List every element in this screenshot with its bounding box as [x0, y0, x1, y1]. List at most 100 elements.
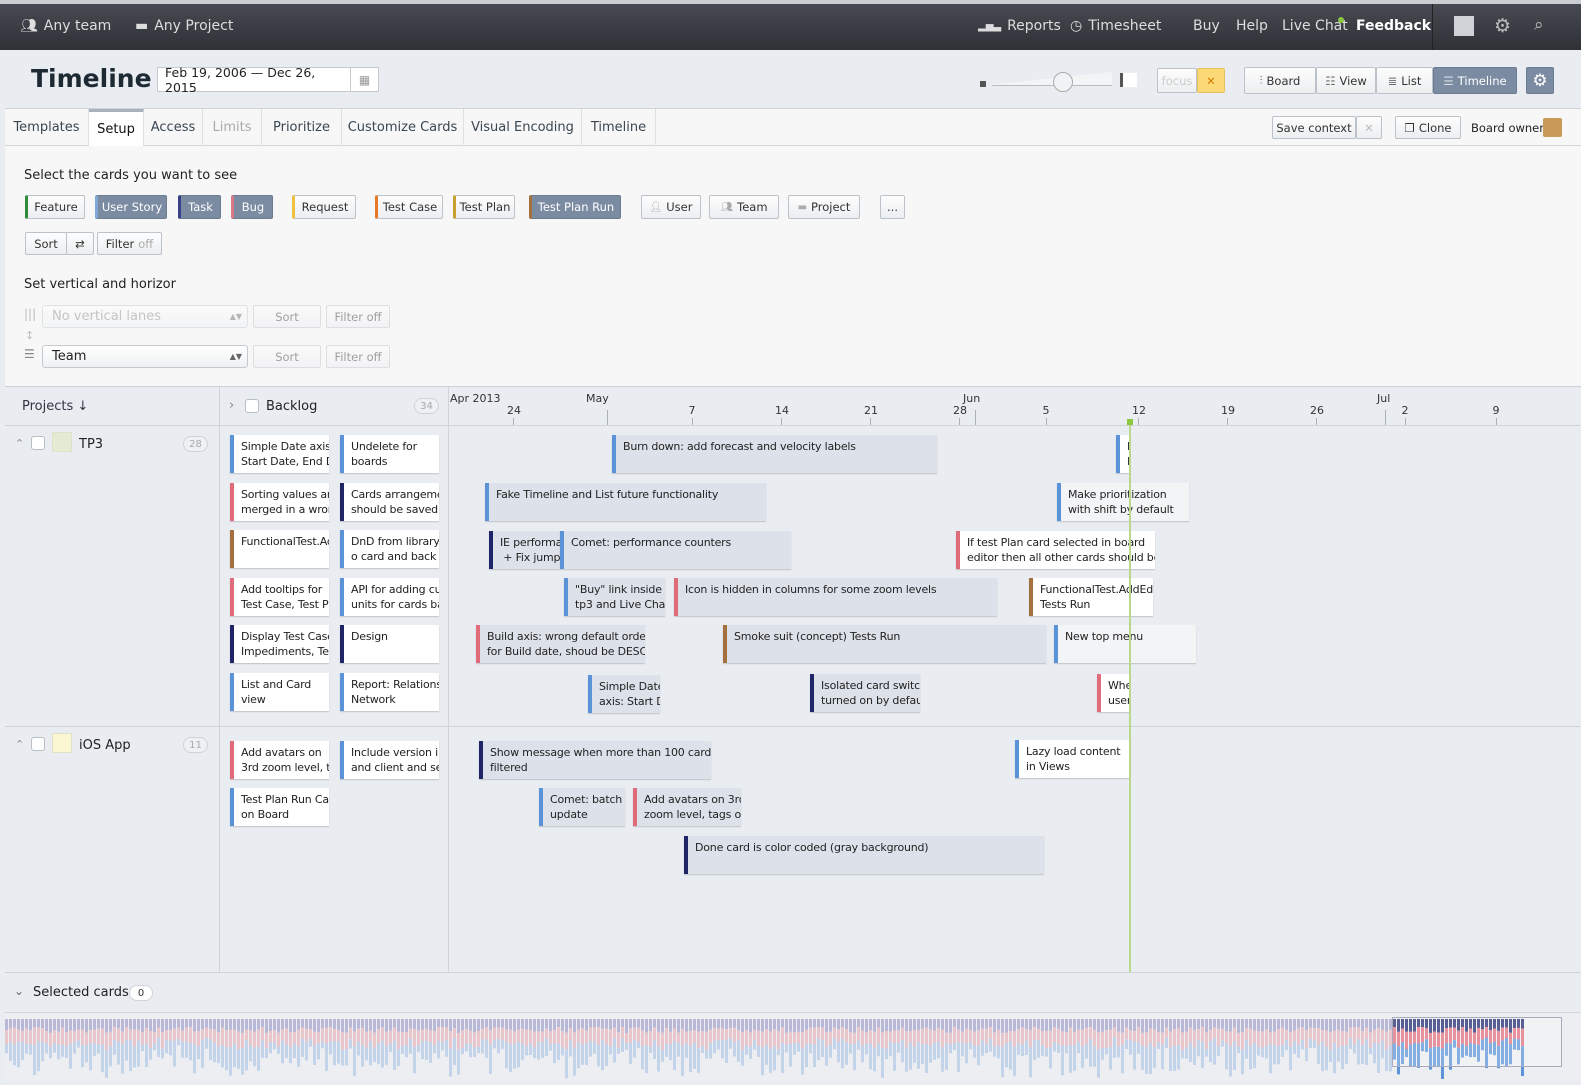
- date-range-field[interactable]: Feb 19, 2006 — Dec 26, 2015 ▦: [157, 65, 379, 95]
- timeline-card[interactable]: IE performa + Fix jumpi: [489, 531, 560, 569]
- reports-link[interactable]: ▂▅▃ Reports: [978, 18, 1061, 34]
- buy-link[interactable]: Buy: [1193, 18, 1220, 34]
- card-type-project[interactable]: ▬ Project: [788, 195, 860, 219]
- view-view-button[interactable]: ☷ View: [1316, 67, 1376, 94]
- project-selector[interactable]: ▬ Any Project: [135, 18, 233, 34]
- backlog-card[interactable]: DnD from library o card and back t: [340, 530, 439, 569]
- sort-button[interactable]: Sort: [25, 232, 67, 255]
- tab-access[interactable]: Access: [144, 109, 203, 146]
- backlog-card[interactable]: List and Card view: [230, 673, 329, 711]
- backlog-card[interactable]: Cards arrangeme should be saved a: [340, 482, 439, 521]
- backlog-card[interactable]: Include version in and client and ser: [340, 741, 439, 779]
- timeline-card[interactable]: Whe user: [1097, 674, 1130, 712]
- horizontal-sort-button[interactable]: Sort: [253, 345, 321, 368]
- timeline-card[interactable]: Add avatars on 3rd zoom level, tags on: [633, 788, 741, 826]
- user-avatar[interactable]: [1454, 16, 1474, 36]
- swap-lanes-icon[interactable]: ↕: [25, 329, 34, 342]
- timeline-card[interactable]: Done card is color coded (gray backgroun…: [684, 836, 1044, 874]
- card-type-test-case[interactable]: Test Case: [375, 195, 443, 219]
- collapse-selected-icon[interactable]: ⌄: [14, 984, 24, 998]
- team-selector[interactable]: 👥︎ Any team: [20, 18, 111, 34]
- timeline-card[interactable]: Comet: performance counters: [560, 531, 791, 569]
- lane-checkbox[interactable]: [31, 737, 45, 751]
- timeline-card[interactable]: "Buy" link inside tp3 and Live Chat: [564, 578, 665, 616]
- timeline-card[interactable]: Fake Timeline and List future functional…: [485, 483, 766, 521]
- timeline-card[interactable]: New top menu: [1054, 625, 1196, 663]
- card-type-feature[interactable]: Feature: [25, 195, 85, 219]
- timeline-card[interactable]: Lazy load content in Views: [1015, 740, 1130, 778]
- tab-visual-encoding[interactable]: Visual Encoding: [464, 109, 582, 146]
- tab-limits[interactable]: Limits: [203, 109, 262, 146]
- timeline-card[interactable]: Make prioritization with shift by defaul…: [1057, 483, 1189, 521]
- lane-header-projects[interactable]: Projects ↓: [22, 399, 88, 414]
- save-context-button[interactable]: Save context: [1272, 116, 1356, 139]
- clone-button[interactable]: ❐ Clone: [1395, 116, 1461, 139]
- backlog-card[interactable]: Design: [340, 625, 439, 664]
- collapse-lane-icon[interactable]: ⌃: [15, 437, 24, 450]
- card-type-task[interactable]: Task: [178, 195, 221, 219]
- timeline-card[interactable]: H E: [1116, 435, 1130, 473]
- focus-button[interactable]: focus: [1157, 68, 1197, 93]
- vertical-lanes-select[interactable]: No vertical lanes ▲▼: [42, 305, 248, 328]
- backlog-card[interactable]: Simple Date axis: Start Date, End Da: [230, 435, 329, 473]
- view-settings-gear-icon[interactable]: ⚙: [1526, 67, 1554, 94]
- backlog-card[interactable]: Display Test Case: Impediments, Tea: [230, 625, 329, 664]
- horizontal-lanes-select[interactable]: Team ▲▼: [42, 345, 248, 368]
- tab-prioritize[interactable]: Prioritize: [262, 109, 342, 146]
- card-type-test-plan-run[interactable]: Test Plan Run: [529, 195, 621, 219]
- timesheet-link[interactable]: ◷ Timesheet: [1070, 18, 1161, 34]
- clear-focus-icon[interactable]: ✕: [1197, 68, 1225, 93]
- settings-gear-icon[interactable]: ⚙: [1494, 15, 1511, 37]
- minimap-viewport[interactable]: [1392, 1017, 1562, 1067]
- zoom-slider[interactable]: [992, 72, 1112, 86]
- timeline-card[interactable]: Build axis: wrong default order for Buil…: [476, 625, 645, 663]
- backlog-card[interactable]: Undelete for boards: [340, 435, 439, 473]
- timeline-card[interactable]: Isolated card switch turned on by defau: [810, 674, 920, 712]
- timeline-card[interactable]: FunctionalTest.AddEdi Tests Run: [1029, 578, 1153, 616]
- timeline-minimap[interactable]: [5, 1012, 1581, 1081]
- timeline-card[interactable]: Icon is hidden in columns for some zoom …: [674, 578, 997, 616]
- view-timeline-button[interactable]: ☰ Timeline: [1433, 67, 1517, 94]
- owner-avatar[interactable]: [1543, 118, 1562, 137]
- help-link[interactable]: Help: [1236, 18, 1268, 34]
- card-type-bug[interactable]: Bug: [231, 195, 273, 219]
- vertical-filter-button[interactable]: Filter off: [326, 305, 390, 328]
- search-icon[interactable]: ⌕: [1534, 15, 1544, 35]
- sort-order-icon[interactable]: ⇄: [66, 232, 94, 255]
- backlog-card[interactable]: Add tooltips for Test Case, Test Pl: [230, 577, 329, 616]
- timeline-card[interactable]: Simple Date axis: Start D: [588, 675, 660, 713]
- backlog-card[interactable]: Test Plan Run Car on Board: [230, 788, 329, 826]
- card-type-team[interactable]: 👥︎ Team: [709, 195, 779, 219]
- expand-backlog-icon[interactable]: ›: [229, 398, 234, 413]
- vertical-sort-button[interactable]: Sort: [253, 305, 321, 328]
- discard-context-icon[interactable]: ✕: [1356, 116, 1382, 139]
- backlog-card[interactable]: Add avatars on 3rd zoom level, ta: [230, 741, 329, 779]
- card-type-user[interactable]: 👤︎ User: [641, 195, 701, 219]
- tab-templates[interactable]: Templates: [5, 109, 89, 146]
- timeline-card[interactable]: Burn down: add forecast and velocity lab…: [612, 435, 937, 473]
- view-board-button[interactable]: ⫶ Board: [1244, 67, 1316, 94]
- card-type-request[interactable]: Request: [292, 195, 356, 219]
- backlog-checkbox[interactable]: [245, 399, 259, 413]
- filter-button[interactable]: Filter off: [97, 232, 162, 255]
- backlog-card[interactable]: FunctionalTest.Ad: [230, 530, 329, 569]
- backlog-card[interactable]: Sorting values are merged in a wron: [230, 482, 329, 521]
- tab-customize-cards[interactable]: Customize Cards: [342, 109, 464, 146]
- card-type-test-plan[interactable]: Test Plan: [453, 195, 515, 219]
- tab-timeline[interactable]: Timeline: [582, 109, 656, 146]
- backlog-card[interactable]: API for adding cus units for cards ba: [340, 577, 439, 616]
- timeline-card[interactable]: If test Plan card selected in board edit…: [956, 531, 1155, 569]
- timeline-card[interactable]: Show message when more than 100 cards fi…: [479, 741, 711, 779]
- view-list-button[interactable]: ≣ List: [1376, 67, 1433, 94]
- calendar-icon[interactable]: ▦: [350, 68, 378, 91]
- timeline-card[interactable]: Comet: batch update: [539, 788, 625, 826]
- collapse-lane-icon[interactable]: ⌃: [15, 738, 24, 751]
- timeline-card[interactable]: Smoke suit (concept) Tests Run: [723, 625, 1046, 663]
- card-type-more[interactable]: ...: [880, 195, 905, 219]
- lane-checkbox[interactable]: [31, 436, 45, 450]
- backlog-card[interactable]: Report: Relations Network: [340, 673, 439, 711]
- feedback-link[interactable]: Feedback: [1356, 18, 1431, 34]
- horizontal-filter-button[interactable]: Filter off: [326, 345, 390, 368]
- card-type-user-story[interactable]: User Story: [95, 195, 167, 219]
- tab-setup[interactable]: Setup: [89, 109, 144, 146]
